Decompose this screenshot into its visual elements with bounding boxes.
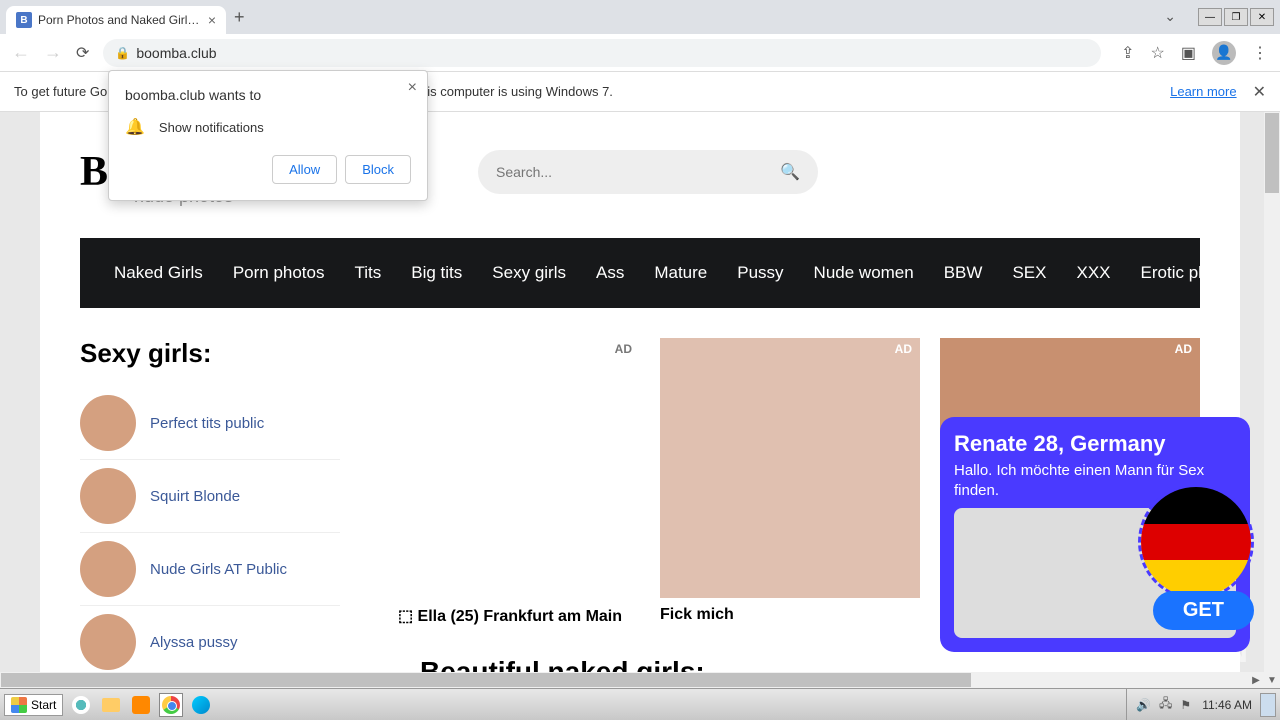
nav-item[interactable]: Mature xyxy=(654,263,707,283)
browser-tab[interactable]: B Porn Photos and Naked Girls - Boomb × xyxy=(6,6,226,34)
address-bar: ← → ⟳ 🔒 boomba.club ⇪ ☆ ▣ 👤 ⋮ xyxy=(0,34,1280,72)
system-tray: 🔊 🖧 ⚑ 11:46 AM xyxy=(1126,689,1280,720)
menu-icon[interactable]: ⋮ xyxy=(1252,43,1268,63)
sidebar: Sexy girls: Perfect tits public Squirt B… xyxy=(80,338,340,688)
edge-icon[interactable] xyxy=(189,693,213,717)
chrome-chevron-icon[interactable]: ⌄ xyxy=(1164,8,1176,26)
bell-icon: 🔔 xyxy=(125,117,145,137)
url-input[interactable]: 🔒 boomba.club xyxy=(103,39,1101,67)
nav-item[interactable]: Ass xyxy=(596,263,624,283)
start-button[interactable]: Start xyxy=(4,694,63,716)
network-icon[interactable]: 🖧 xyxy=(1156,694,1175,715)
info-close-icon[interactable]: ✕ xyxy=(1253,82,1266,102)
info-text-left: To get future Go xyxy=(14,84,107,99)
flag-icon[interactable]: ⚑ xyxy=(1177,698,1194,712)
ad-caption: Fick mich xyxy=(660,606,920,624)
reload-button[interactable]: ⟳ xyxy=(76,43,89,63)
nav-item[interactable]: Naked Girls xyxy=(114,263,203,283)
nav-item[interactable]: BBW xyxy=(944,263,983,283)
window-controls: ⌄ — ❐ ✕ xyxy=(1164,8,1274,26)
ad-box[interactable]: AD ⬚ Ella (25) Frankfurt am Main xyxy=(380,338,640,626)
sidebar-item[interactable]: Perfect tits public xyxy=(80,387,340,460)
nav-item[interactable]: Sexy girls xyxy=(492,263,566,283)
nav-item[interactable]: XXX xyxy=(1076,263,1110,283)
scroll-right-icon[interactable]: ▶ xyxy=(1248,675,1264,686)
nav-item[interactable]: Big tits xyxy=(411,263,462,283)
learn-more-link[interactable]: Learn more xyxy=(1170,84,1236,99)
taskbar: Start 🔊 🖧 ⚑ 11:46 AM xyxy=(0,688,1280,720)
allow-button[interactable]: Allow xyxy=(272,155,337,184)
bookmark-icon[interactable]: ☆ xyxy=(1151,43,1165,63)
nav-item[interactable]: Pussy xyxy=(737,263,783,283)
lock-icon: 🔒 xyxy=(115,46,130,60)
clock[interactable]: 11:46 AM xyxy=(1196,698,1258,712)
overlay-title: Renate 28, Germany xyxy=(954,431,1236,457)
nav-item[interactable]: SEX xyxy=(1012,263,1046,283)
close-window-button[interactable]: ✕ xyxy=(1250,8,1274,26)
nav-item[interactable]: Erotic photos xyxy=(1141,263,1240,283)
tab-close-icon[interactable]: × xyxy=(208,12,216,28)
sidebar-title: Sexy girls: xyxy=(80,338,340,369)
info-text-right: is computer is using Windows 7. xyxy=(427,84,613,99)
sound-icon[interactable]: 🔊 xyxy=(1133,698,1154,712)
scrollbar-thumb[interactable] xyxy=(1,673,971,687)
ad-label: AD xyxy=(615,342,632,356)
sidebar-link[interactable]: Squirt Blonde xyxy=(150,488,240,505)
profile-avatar[interactable]: 👤 xyxy=(1212,41,1236,65)
windows-icon xyxy=(11,697,27,713)
sidebar-link[interactable]: Perfect tits public xyxy=(150,415,264,432)
chrome-taskbar-icon[interactable] xyxy=(159,693,183,717)
sidebar-item[interactable]: Squirt Blonde xyxy=(80,460,340,533)
sidebar-item[interactable]: Nude Girls AT Public xyxy=(80,533,340,606)
ad-label: AD xyxy=(1175,342,1192,356)
site-logo[interactable]: B xyxy=(80,148,108,196)
sidebar-link[interactable]: Alyssa pussy xyxy=(150,634,238,651)
minimize-button[interactable]: — xyxy=(1198,8,1222,26)
flag-badge[interactable] xyxy=(1138,484,1254,600)
ad-image xyxy=(660,338,920,598)
ad-caption: ⬚ Ella (25) Frankfurt am Main xyxy=(380,606,640,626)
show-desktop-button[interactable] xyxy=(1260,693,1276,717)
nav-item[interactable]: Nude women xyxy=(814,263,914,283)
horizontal-scrollbar[interactable]: ▶ xyxy=(0,672,1264,688)
explorer-icon[interactable] xyxy=(99,693,123,717)
new-tab-button[interactable]: + xyxy=(234,7,245,28)
search-icon[interactable]: 🔍 xyxy=(780,162,800,182)
permission-popup: × boomba.club wants to 🔔 Show notificati… xyxy=(108,70,428,201)
thumb-icon xyxy=(80,541,136,597)
block-button[interactable]: Block xyxy=(345,155,411,184)
popup-close-icon[interactable]: × xyxy=(408,79,417,97)
ad-label: AD xyxy=(895,342,912,356)
start-label: Start xyxy=(31,698,56,712)
url-text: boomba.club xyxy=(136,45,216,61)
permission-title: boomba.club wants to xyxy=(125,87,411,103)
search-box[interactable]: 🔍 xyxy=(478,150,818,194)
favicon: B xyxy=(16,12,32,28)
nav-item[interactable]: Porn photos xyxy=(233,263,325,283)
forward-button[interactable]: → xyxy=(44,42,62,63)
sidebar-link[interactable]: Nude Girls AT Public xyxy=(150,561,287,578)
browser-tab-strip: B Porn Photos and Naked Girls - Boomb × … xyxy=(0,0,1280,34)
permission-text: Show notifications xyxy=(159,120,264,135)
sidebar-item[interactable]: Alyssa pussy xyxy=(80,606,340,679)
thumb-icon xyxy=(80,395,136,451)
get-button[interactable]: GET xyxy=(1153,591,1254,630)
scrollbar-thumb[interactable] xyxy=(1265,113,1279,193)
side-panel-icon[interactable]: ▣ xyxy=(1181,43,1196,63)
nav-item[interactable]: Tits xyxy=(355,263,382,283)
tab-title: Porn Photos and Naked Girls - Boomb xyxy=(38,13,202,27)
ad-box[interactable]: AD Fick mich xyxy=(660,338,920,626)
scroll-down-icon[interactable]: ▼ xyxy=(1264,672,1280,688)
media-player-icon[interactable] xyxy=(129,693,153,717)
vertical-scrollbar[interactable]: ▼ xyxy=(1264,112,1280,688)
main-nav: Naked Girls Porn photos Tits Big tits Se… xyxy=(80,238,1200,308)
ie-icon[interactable] xyxy=(69,693,93,717)
thumb-icon xyxy=(80,614,136,670)
back-button[interactable]: ← xyxy=(12,42,30,63)
search-input[interactable] xyxy=(496,164,780,180)
thumb-icon xyxy=(80,468,136,524)
share-icon[interactable]: ⇪ xyxy=(1121,43,1134,63)
maximize-button[interactable]: ❐ xyxy=(1224,8,1248,26)
